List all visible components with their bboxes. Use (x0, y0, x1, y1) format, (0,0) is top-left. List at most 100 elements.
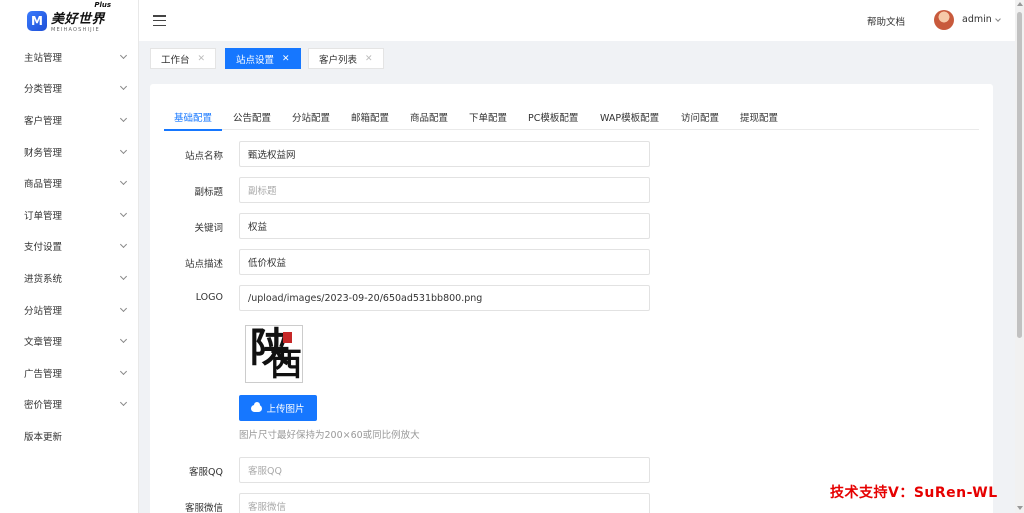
chevron-down-icon (119, 51, 128, 59)
tab-email-config[interactable]: 邮箱配置 (351, 110, 389, 124)
tab-label: 工作台 (161, 54, 190, 66)
sidebar-item-purchasing[interactable]: 进货系统 (0, 262, 138, 294)
site-name-label: 站点名称 (184, 151, 223, 162)
sidebar-item-payment[interactable]: 支付设置 (0, 231, 138, 263)
tab-access-config[interactable]: 访问配置 (681, 110, 719, 124)
close-icon[interactable]: ✕ (282, 54, 290, 64)
service-wechat-input[interactable]: 客服微信 (239, 493, 650, 513)
chevron-down-icon (119, 367, 128, 375)
scroll-down-icon[interactable] (1017, 506, 1023, 510)
chevron-down-icon (119, 272, 128, 280)
logo-path-input[interactable]: /upload/images/2023-09-20/650ad531bb800.… (239, 285, 650, 311)
sidebar-item-label: 主站管理 (24, 52, 63, 64)
sidebar-item-finance[interactable]: 财务管理 (0, 136, 138, 168)
tab-withdraw-config[interactable]: 提现配置 (740, 110, 778, 124)
help-docs-link[interactable]: 帮助文档 (867, 14, 905, 28)
form-row-description: 站点描述 低价权益 (150, 249, 993, 275)
active-tab-indicator (164, 129, 222, 131)
sidebar-item-label: 商品管理 (24, 179, 63, 191)
sidebar-item-label: 分类管理 (24, 84, 63, 96)
form-row-subtitle: 副标题 副标题 (150, 177, 993, 203)
tab-site-settings[interactable]: 站点设置 ✕ (225, 48, 301, 69)
brand-logo[interactable]: M 美好世界 Plus MEIHAOSHIJIE (0, 0, 138, 41)
sidebar-item-label: 进货系统 (24, 273, 63, 285)
username: admin (962, 14, 992, 25)
avatar[interactable] (934, 10, 954, 30)
tab-basic-config[interactable]: 基础配置 (174, 110, 212, 124)
sidebar-item-orders[interactable]: 订单管理 (0, 199, 138, 231)
service-qq-input[interactable]: 客服QQ (239, 457, 650, 483)
description-label: 站点描述 (184, 259, 223, 270)
site-name-input[interactable]: 甄选权益网 (239, 141, 650, 167)
form-row-keywords: 关键词 权益 (150, 213, 993, 239)
tab-substation-config[interactable]: 分站配置 (292, 110, 330, 124)
tab-wap-template-config[interactable]: WAP模板配置 (600, 110, 659, 124)
close-icon[interactable]: ✕ (198, 54, 206, 64)
brand-plus: Plus (94, 1, 112, 9)
subtitle-input[interactable]: 副标题 (239, 177, 650, 203)
chevron-down-icon (994, 15, 1001, 22)
tab-workbench[interactable]: 工作台 ✕ (150, 48, 217, 69)
sidebar-item-secret-price[interactable]: 密价管理 (0, 389, 138, 421)
keywords-input[interactable]: 权益 (239, 213, 650, 239)
upload-image-button[interactable]: 上传图片 (239, 395, 317, 421)
chevron-down-icon (119, 336, 128, 344)
open-pages-bar: 工作台 ✕ 站点设置 ✕ 客户列表 ✕ (139, 41, 1015, 76)
sidebar-menu: 主站管理 分类管理 客户管理 财务管理 商品管理 订单管理 支付设置 进货系统 … (0, 41, 138, 452)
chevron-down-icon (119, 83, 128, 91)
logo-label: LOGO (195, 292, 223, 303)
sidebar-item-categories[interactable]: 分类管理 (0, 73, 138, 105)
logo-preview-char-bottom: 西 (270, 345, 303, 383)
chevron-down-icon (119, 114, 128, 123)
scroll-up-icon[interactable] (1017, 2, 1023, 6)
form-row-service-qq: 客服QQ 客服QQ (150, 457, 993, 483)
settings-card: 基础配置 公告配置 分站配置 邮箱配置 商品配置 下单配置 PC模板配置 WAP… (150, 84, 993, 513)
upload-size-hint: 图片尺寸最好保持为200×60或同比例放大 (239, 430, 420, 441)
sidebar-item-label: 版本更新 (24, 431, 63, 443)
tab-customer-list[interactable]: 客户列表 ✕ (308, 48, 384, 69)
sidebar-item-label: 客户管理 (24, 115, 63, 127)
close-icon[interactable]: ✕ (365, 54, 373, 64)
chevron-down-icon (119, 399, 128, 407)
brand-text: 美好世界 Plus MEIHAOSHIJIE (51, 1, 111, 33)
form-row-logo: LOGO /upload/images/2023-09-20/650ad531b… (150, 285, 993, 311)
tab-pc-template-config[interactable]: PC模板配置 (528, 110, 578, 124)
description-input[interactable]: 低价权益 (239, 249, 650, 275)
menu-toggle-icon[interactable] (153, 15, 166, 26)
sidebar-item-articles[interactable]: 文章管理 (0, 325, 138, 357)
chevron-down-icon (119, 209, 128, 217)
scrollbar-thumb[interactable] (1017, 12, 1022, 338)
page-scrollbar[interactable] (1015, 0, 1024, 513)
brand-name: 美好世界 (51, 12, 106, 27)
subtitle-label: 副标题 (194, 187, 223, 198)
chevron-down-icon (119, 178, 128, 186)
sidebar-item-label: 财务管理 (24, 147, 63, 159)
config-tabs: 基础配置 公告配置 分站配置 邮箱配置 商品配置 下单配置 PC模板配置 WAP… (164, 100, 979, 131)
seal-stamp-icon (283, 332, 292, 343)
sidebar-item-label: 支付设置 (24, 242, 63, 254)
sidebar-item-main-site[interactable]: 主站管理 (0, 41, 138, 73)
sidebar-item-version-update[interactable]: 版本更新 (0, 420, 138, 452)
form-row-site-name: 站点名称 甄选权益网 (150, 141, 993, 167)
sidebar-item-customers[interactable]: 客户管理 (0, 104, 138, 136)
tab-label: 客户列表 (319, 54, 358, 66)
sidebar-item-products[interactable]: 商品管理 (0, 167, 138, 199)
keywords-label: 关键词 (194, 223, 223, 234)
sidebar-item-label: 分站管理 (24, 305, 63, 317)
chevron-down-icon (119, 241, 128, 249)
sidebar: M 美好世界 Plus MEIHAOSHIJIE 主站管理 分类管理 客户管理 … (0, 0, 139, 513)
service-wechat-label: 客服微信 (184, 503, 223, 513)
brand-subtitle: MEIHAOSHIJIE (51, 27, 100, 33)
service-qq-label: 客服QQ (189, 467, 223, 478)
upload-image-label: 上传图片 (266, 404, 305, 415)
user-menu[interactable]: admin (962, 14, 1001, 25)
sidebar-item-label: 文章管理 (24, 337, 63, 349)
sidebar-item-substations[interactable]: 分站管理 (0, 294, 138, 326)
sidebar-item-ads[interactable]: 广告管理 (0, 357, 138, 389)
tab-notice-config[interactable]: 公告配置 (233, 110, 271, 124)
top-bar: 帮助文档 admin (139, 0, 1015, 41)
tab-product-config[interactable]: 商品配置 (410, 110, 448, 124)
sidebar-item-label: 密价管理 (24, 400, 63, 412)
brand-mark-icon: M (27, 10, 47, 31)
tab-order-config[interactable]: 下单配置 (469, 110, 507, 124)
